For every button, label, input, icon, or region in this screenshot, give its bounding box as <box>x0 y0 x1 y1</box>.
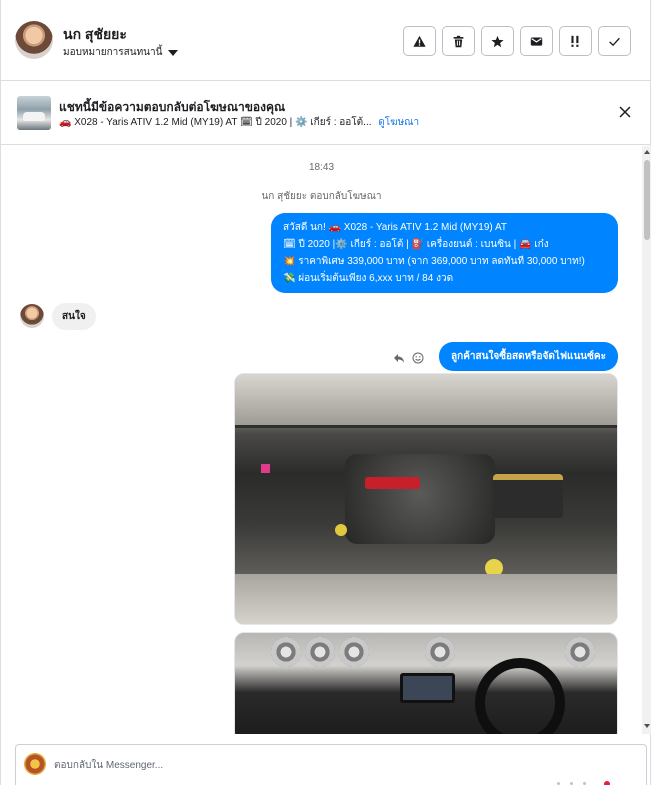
photo-wheel <box>271 637 301 667</box>
ad-thumbnail[interactable] <box>17 96 51 130</box>
contact-avatar <box>20 304 44 328</box>
photo-infotainment-screen <box>400 673 455 703</box>
system-message: นก สุชัยยะ ตอบกลับโฆษณา <box>261 191 382 202</box>
photo-wheel <box>339 637 369 667</box>
view-ad-link[interactable]: ดูโฆษณา <box>378 117 419 128</box>
message-timestamp: 18:43 <box>308 162 335 173</box>
page-avatar <box>24 753 46 775</box>
message-line: 💥 ราคาพิเศษ 339,000 บาท (จาก 369,000 บาท… <box>283 256 585 267</box>
star-button[interactable] <box>481 26 514 56</box>
scroll-up-arrow-icon[interactable] <box>644 150 650 154</box>
photo-pink-sticker <box>261 464 270 473</box>
photo-engine-cover <box>345 454 495 544</box>
photo-wheel <box>565 637 595 667</box>
photo-wheel <box>425 637 455 667</box>
photo-red-rail <box>365 477 420 489</box>
notification-dot <box>604 781 610 785</box>
header-actions <box>403 26 631 56</box>
reply-input[interactable] <box>54 745 614 785</box>
trash-icon <box>453 35 464 47</box>
outgoing-message-bubble[interactable]: สวัสดี นก! 🚗 X028 - Yaris ATIV 1.2 Mid (… <box>271 213 618 293</box>
contact-name[interactable]: นก สุชัยยะ <box>63 24 127 46</box>
photo-bumper <box>235 574 617 624</box>
ad-banner-subtitle: 🚗 X028 - Yaris ATIV 1.2 Mid (MY19) AT 🗓 … <box>59 115 419 130</box>
avatar[interactable] <box>15 21 53 59</box>
check-icon <box>609 37 620 46</box>
message-thread[interactable]: 18:43 นก สุชัยยะ ตอบกลับโฆษณา สวัสดี นก!… <box>1 146 642 734</box>
photo-wheel <box>305 637 335 667</box>
message-line: สวัสดี นก! 🚗 X028 - Yaris ATIV 1.2 Mid (… <box>283 222 507 233</box>
engine-photo[interactable] <box>234 373 618 625</box>
close-icon[interactable] <box>618 105 632 119</box>
emoji-reaction-icon[interactable] <box>412 352 424 364</box>
warning-icon <box>413 35 426 47</box>
scroll-down-arrow-icon[interactable] <box>644 724 650 728</box>
follow-up-button[interactable] <box>559 26 592 56</box>
mail-icon <box>530 36 543 46</box>
incoming-message-bubble[interactable]: สนใจ <box>52 303 96 330</box>
photo-hood <box>235 374 617 428</box>
caret-down-icon <box>168 49 179 56</box>
star-icon <box>491 35 504 47</box>
message-composer <box>15 744 647 785</box>
mark-unread-button[interactable] <box>520 26 553 56</box>
delete-button[interactable] <box>442 26 475 56</box>
reply-icon[interactable] <box>393 352 405 364</box>
photo-steering-wheel <box>475 658 565 734</box>
conversation-header: นก สุชัยยะ มอบหมายการสนทนานี้ <box>1 0 650 81</box>
outgoing-message-bubble[interactable]: ลูกค้าสนใจซื้อสดหรือจัดไฟแนนซ์คะ <box>439 342 618 371</box>
mark-done-button[interactable] <box>598 26 631 56</box>
messenger-conversation-panel: นก สุชัยยะ มอบหมายการสนทนานี้ แชทนี้มีข้… <box>0 0 651 785</box>
interior-photo[interactable] <box>234 632 618 734</box>
assign-conversation-dropdown[interactable]: มอบหมายการสนทนานี้ <box>63 45 179 60</box>
chat-scrollbar[interactable] <box>642 146 651 734</box>
follow-up-icon <box>571 35 579 47</box>
ad-subtitle-text: 🚗 X028 - Yaris ATIV 1.2 Mid (MY19) AT 🗓 … <box>59 117 372 128</box>
photo-battery <box>493 474 563 518</box>
ad-reply-banner: แชทนี้มีข้อความตอบกลับต่อโฆษณาของคุณ 🚗 X… <box>1 81 650 145</box>
photo-cap <box>335 524 347 536</box>
assign-label: มอบหมายการสนทนานี้ <box>63 47 163 58</box>
report-button[interactable] <box>403 26 436 56</box>
scrollbar-thumb[interactable] <box>644 160 650 240</box>
message-line: 🗓 ปี 2020 |⚙️ เกียร์ : ออโต้ | ⛽ เครื่อง… <box>283 239 549 250</box>
message-line: 💸 ผ่อนเริ่มต้นเพียง 6,xxx บาท / 84 งวด <box>283 273 454 284</box>
